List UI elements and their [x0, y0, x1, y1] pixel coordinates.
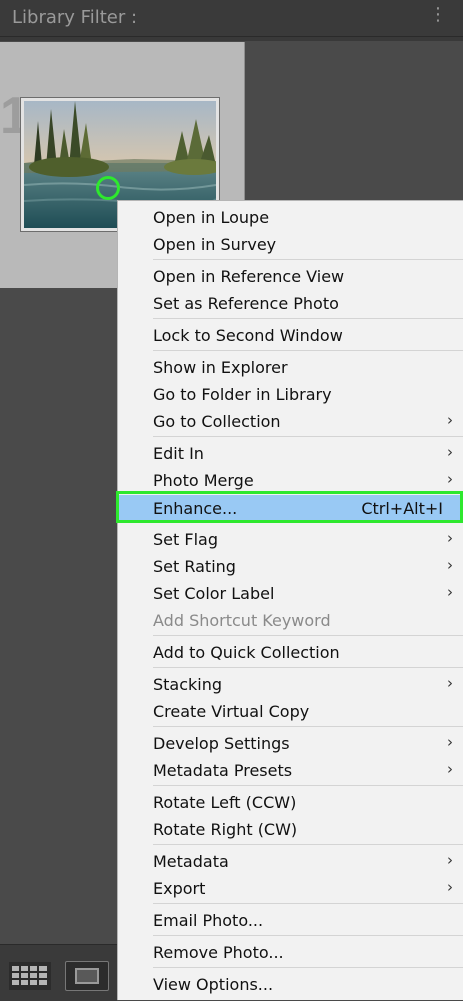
menu-item-label: Create Virtual Copy [153, 702, 310, 721]
chevron-right-icon: › [447, 556, 453, 574]
vertical-dots-icon[interactable]: ⋮ [429, 6, 447, 24]
menu-separator [153, 903, 463, 904]
menu-separator [153, 967, 463, 968]
menu-item-label: Metadata Presets [153, 761, 293, 780]
menu-item-stacking[interactable]: Stacking › [118, 671, 463, 698]
menu-item-rotate-left-ccw[interactable]: Rotate Left (CCW) [118, 789, 463, 816]
menu-item-label: Rotate Left (CCW) [153, 793, 297, 812]
chevron-right-icon: › [447, 529, 453, 547]
menu-separator [153, 785, 463, 786]
menu-item-create-virtual-copy[interactable]: Create Virtual Copy [118, 698, 463, 725]
menu-item-set-flag[interactable]: Set Flag › [118, 526, 463, 553]
menu-item-set-color-label[interactable]: Set Color Label › [118, 580, 463, 607]
menu-item-label: Set as Reference Photo [153, 294, 339, 313]
chevron-right-icon: › [447, 760, 453, 778]
menu-separator [153, 844, 463, 845]
grid-view-icon[interactable] [9, 962, 51, 990]
menu-item-label: View Options... [153, 975, 274, 994]
cursor-highlight-circle [96, 176, 120, 200]
menu-separator [153, 436, 463, 437]
menu-item-label: Email Photo... [153, 911, 264, 930]
menu-item-add-to-quick-collection[interactable]: Add to Quick Collection [118, 639, 463, 666]
view-mode-toolbar [0, 944, 117, 1001]
library-filter-title: Library Filter : [12, 7, 138, 28]
library-filter-bar: Library Filter : ⋮ [0, 0, 463, 37]
menu-item-label: Set Rating [153, 557, 236, 576]
menu-item-label: Go to Folder in Library [153, 385, 332, 404]
menu-separator [153, 350, 463, 351]
chevron-right-icon: › [447, 851, 453, 869]
context-menu: Open in Loupe Open in Survey Open in Refer… [117, 200, 463, 1000]
menu-item-label: Go to Collection [153, 412, 281, 431]
menu-separator [153, 635, 463, 636]
menu-item-label: Lock to Second Window [153, 326, 343, 345]
menu-item-export[interactable]: Export › [118, 875, 463, 902]
menu-item-photo-merge[interactable]: Photo Merge › [118, 467, 463, 494]
menu-item-email-photo[interactable]: Email Photo... [118, 907, 463, 934]
chevron-right-icon: › [447, 411, 453, 429]
menu-item-lock-to-second-window[interactable]: Lock to Second Window [118, 322, 463, 349]
menu-item-label: Add Shortcut Keyword [153, 611, 331, 630]
menu-item-view-options[interactable]: View Options... [118, 971, 463, 998]
menu-item-develop-settings[interactable]: Develop Settings › [118, 730, 463, 757]
chevron-right-icon: › [447, 674, 453, 692]
menu-item-label: Show in Explorer [153, 358, 288, 377]
menu-item-metadata-presets[interactable]: Metadata Presets › [118, 757, 463, 784]
menu-item-label: Export [153, 879, 206, 898]
menu-item-label: Edit In [153, 444, 204, 463]
menu-item-label: Open in Loupe [153, 208, 270, 227]
menu-item-rotate-right-cw[interactable]: Rotate Right (CW) [118, 816, 463, 843]
menu-item-label: Set Color Label [153, 584, 275, 603]
chevron-right-icon: › [447, 470, 453, 488]
menu-item-open-in-loupe[interactable]: Open in Loupe [118, 204, 463, 231]
menu-item-open-in-reference-view[interactable]: Open in Reference View [118, 263, 463, 290]
enhance-highlight-outline [116, 491, 463, 523]
menu-item-show-in-explorer[interactable]: Show in Explorer [118, 354, 463, 381]
menu-item-remove-photo[interactable]: Remove Photo... [118, 939, 463, 966]
menu-item-label: Set Flag [153, 530, 218, 549]
menu-item-open-in-survey[interactable]: Open in Survey [118, 231, 463, 258]
menu-item-label: Metadata [153, 852, 229, 871]
menu-item-set-rating[interactable]: Set Rating › [118, 553, 463, 580]
menu-item-go-to-folder-in-library[interactable]: Go to Folder in Library [118, 381, 463, 408]
chevron-right-icon: › [447, 443, 453, 461]
menu-item-add-shortcut-keyword: Add Shortcut Keyword [118, 607, 463, 634]
divider [0, 37, 463, 41]
menu-item-label: Open in Survey [153, 235, 277, 254]
menu-item-set-as-reference-photo[interactable]: Set as Reference Photo [118, 290, 463, 317]
menu-separator [153, 318, 463, 319]
chevron-right-icon: › [447, 733, 453, 751]
loupe-view-icon[interactable] [65, 961, 109, 991]
menu-item-label: Stacking [153, 675, 223, 694]
menu-item-label: Photo Merge [153, 471, 254, 490]
chevron-right-icon: › [447, 878, 453, 896]
menu-item-label: Remove Photo... [153, 943, 284, 962]
menu-separator [153, 667, 463, 668]
menu-item-label: Develop Settings [153, 734, 290, 753]
menu-item-label: Open in Reference View [153, 267, 345, 286]
menu-item-metadata[interactable]: Metadata › [118, 848, 463, 875]
loupe-frame [75, 968, 99, 984]
menu-separator [153, 935, 463, 936]
chevron-right-icon: › [447, 583, 453, 601]
menu-item-label: Rotate Right (CW) [153, 820, 298, 839]
menu-item-edit-in[interactable]: Edit In › [118, 440, 463, 467]
menu-separator [153, 259, 463, 260]
menu-item-go-to-collection[interactable]: Go to Collection › [118, 408, 463, 435]
menu-separator [153, 726, 463, 727]
menu-item-label: Add to Quick Collection [153, 643, 340, 662]
